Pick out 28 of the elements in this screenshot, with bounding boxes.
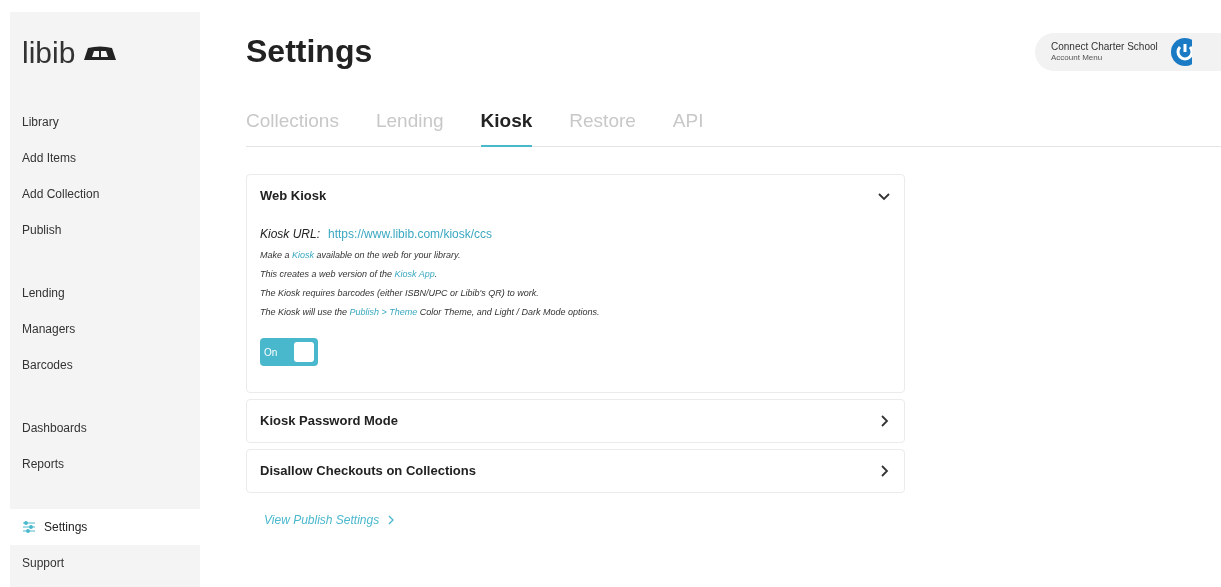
account-name: Connect Charter School [1051,40,1158,54]
sidebar-item[interactable]: Lending [10,275,200,311]
sidebar-item[interactable]: Add Collection [10,176,200,212]
url-label: Kiosk URL: [260,226,321,243]
account-subtitle: Account Menu [1051,53,1104,64]
sidebar-item[interactable]: Dashboards [10,410,200,446]
sidebar-item[interactable]: Reports [10,446,200,482]
accordion-header[interactable]: Web Kiosk [247,175,904,217]
sliders-icon [22,521,36,533]
sidebar-item[interactable]: Publish [10,212,200,248]
accordion-header[interactable]: Disallow Checkouts on Collections [247,450,904,492]
sidebar-item[interactable]: Support [10,545,200,581]
description-line: The Kiosk requires barcodes (either ISBN/UPC or Libib's QR) to work. [260,287,540,300]
account-menu[interactable]: Connect Charter School Account Menu [1035,33,1221,71]
sidebar-item[interactable]: Barcodes [10,347,200,383]
power-icon [1169,37,1192,67]
description-line: The Kiosk will use the Publish > Theme Color Theme, and Light / Dark Mode options. [260,306,601,319]
logo-text: libib [22,38,76,68]
sidebar-item[interactable]: Add Items [10,140,200,176]
accordion-header[interactable]: Kiosk Password Mode [247,400,904,442]
sidebar-item[interactable]: Library [10,104,200,140]
sidebar-item[interactable]: Managers [10,311,200,347]
book-icon [83,45,118,61]
page-title: Settings [246,35,373,67]
chevron-right-icon [387,515,396,525]
tab[interactable]: Kiosk [480,105,533,147]
description-line: This creates a web version of the Kiosk App. [260,268,439,281]
description-line: Make a Kiosk available on the web for your library. [260,249,462,262]
